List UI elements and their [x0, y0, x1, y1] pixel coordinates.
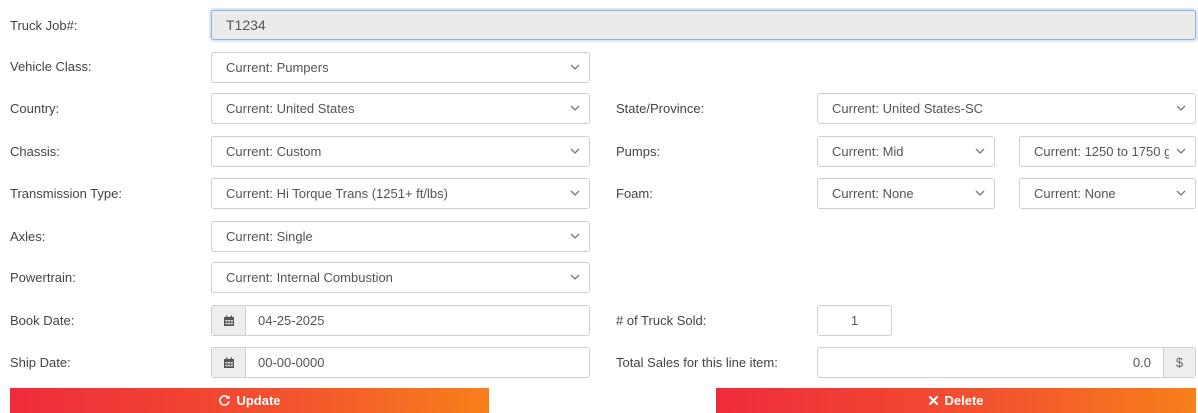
pump-capacity-value: Current: 1250 to 1750 gpm: [1034, 144, 1169, 159]
transmission-value: Current: Hi Torque Trans (1251+ ft/lbs): [226, 186, 448, 201]
book-date-value: 04-25-2025: [258, 313, 325, 328]
trucks-sold-label: # of Truck Sold:: [616, 313, 707, 328]
foam-type-value: Current: None: [1034, 186, 1116, 201]
pump-capacity-select[interactable]: Current: 1250 to 1750 gpm: [1019, 136, 1196, 167]
delete-button[interactable]: Delete: [716, 388, 1196, 413]
currency-addon: $: [1163, 348, 1195, 377]
vehicle-class-value: Current: Pumpers: [226, 60, 329, 75]
chevron-down-icon: [1176, 105, 1186, 111]
trucks-sold-input[interactable]: 1: [817, 305, 892, 336]
pumps-select[interactable]: Current: Mid: [817, 136, 995, 167]
state-province-label: State/Province:: [616, 101, 705, 116]
chevron-down-icon: [1176, 148, 1186, 154]
book-date-input[interactable]: 04-25-2025: [211, 305, 590, 336]
calendar-icon[interactable]: [212, 348, 246, 377]
refresh-icon: [219, 395, 231, 406]
transmission-label: Transmission Type:: [10, 186, 122, 201]
chevron-down-icon: [1176, 190, 1186, 196]
chevron-down-icon: [570, 233, 580, 239]
chevron-down-icon: [975, 190, 985, 196]
truck-job-input[interactable]: T1234: [211, 10, 1196, 40]
ship-date-input[interactable]: 00-00-0000: [211, 347, 590, 378]
foam-label: Foam:: [616, 186, 653, 201]
book-date-label: Book Date:: [10, 313, 75, 328]
foam-type-select[interactable]: Current: None: [1019, 178, 1196, 209]
close-icon: [929, 395, 939, 406]
chevron-down-icon: [570, 190, 580, 196]
update-button-label: Update: [236, 393, 281, 408]
total-sales-value: 0.0: [1132, 355, 1151, 370]
foam-select[interactable]: Current: None: [817, 178, 995, 209]
pumps-label: Pumps:: [616, 144, 661, 159]
powertrain-label: Powertrain:: [10, 270, 76, 285]
chassis-value: Current: Custom: [226, 144, 322, 159]
truck-job-label: Truck Job#:: [10, 18, 78, 33]
pumps-value: Current: Mid: [832, 144, 904, 159]
state-province-select[interactable]: Current: United States-SC: [817, 93, 1196, 124]
powertrain-value: Current: Internal Combustion: [226, 270, 393, 285]
update-button[interactable]: Update: [10, 388, 489, 413]
ship-date-value: 00-00-0000: [258, 355, 325, 370]
delete-button-label: Delete: [944, 393, 984, 408]
country-select[interactable]: Current: United States: [211, 93, 590, 124]
vehicle-class-select[interactable]: Current: Pumpers: [211, 52, 590, 83]
chevron-down-icon: [570, 148, 580, 154]
total-sales-input[interactable]: 0.0 $: [817, 347, 1196, 378]
chevron-down-icon: [570, 274, 580, 280]
state-province-value: Current: United States-SC: [832, 101, 984, 116]
transmission-select[interactable]: Current: Hi Torque Trans (1251+ ft/lbs): [211, 178, 590, 209]
ship-date-label: Ship Date:: [10, 355, 71, 370]
chassis-label: Chassis:: [10, 144, 60, 159]
vehicle-class-label: Vehicle Class:: [10, 59, 92, 74]
powertrain-select[interactable]: Current: Internal Combustion: [211, 262, 590, 293]
chevron-down-icon: [570, 64, 580, 70]
calendar-icon[interactable]: [212, 306, 246, 335]
chevron-down-icon: [570, 105, 580, 111]
chassis-select[interactable]: Current: Custom: [211, 136, 590, 167]
country-value: Current: United States: [226, 101, 355, 116]
axles-value: Current: Single: [226, 229, 313, 244]
total-sales-label: Total Sales for this line item:: [616, 355, 778, 370]
chevron-down-icon: [975, 148, 985, 154]
foam-value: Current: None: [832, 186, 914, 201]
truck-job-value: T1234: [226, 17, 266, 33]
country-label: Country:: [10, 101, 60, 116]
axles-select[interactable]: Current: Single: [211, 221, 590, 252]
trucks-sold-value: 1: [850, 313, 859, 328]
axles-label: Axles:: [10, 229, 46, 244]
